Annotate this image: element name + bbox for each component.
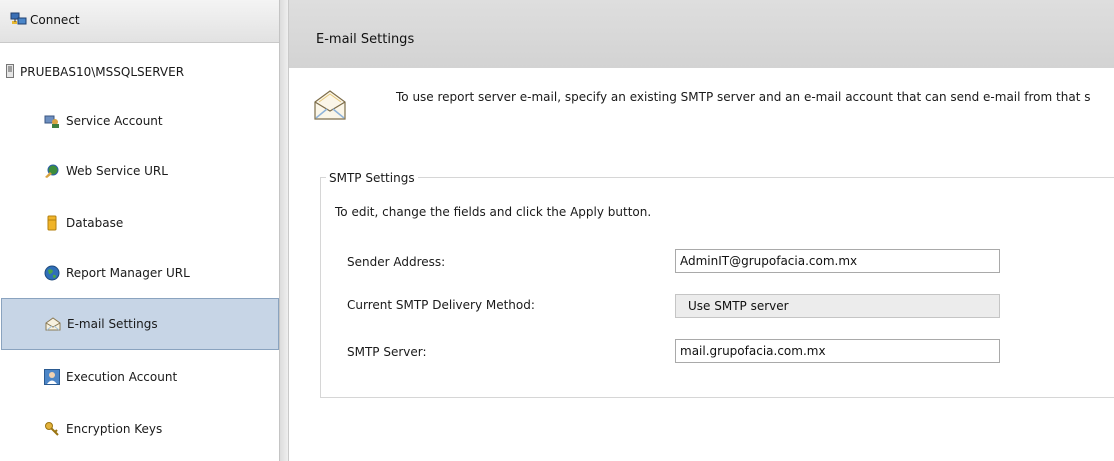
web-service-icon <box>44 163 60 179</box>
smtp-settings-legend: SMTP Settings <box>326 171 418 185</box>
sidebar-item-web-service-url[interactable]: Web Service URL <box>0 146 277 196</box>
delivery-method-field: Use SMTP server <box>675 294 1000 318</box>
envelope-icon <box>45 316 61 332</box>
sidebar-item-label: Encryption Keys <box>66 422 163 436</box>
connect-label: Connect <box>30 13 80 27</box>
instructions-text: To edit, change the fields and click the… <box>335 205 652 219</box>
server-name: PRUEBAS10\MSSQLSERVER <box>20 65 185 79</box>
sidebar-item-database[interactable]: Database <box>0 198 277 248</box>
page-title: E-mail Settings <box>316 32 415 47</box>
sidebar-item-report-manager-url[interactable]: Report Manager URL <box>0 248 277 298</box>
envelope-icon <box>313 88 347 125</box>
user-account-icon <box>44 369 60 385</box>
sidebar-item-service-account[interactable]: Service Account <box>0 96 277 146</box>
smtp-server-label: SMTP Server: <box>347 345 427 359</box>
key-icon <box>44 421 60 437</box>
sidebar-item-label: E-mail Settings <box>67 317 158 331</box>
sender-address-field[interactable] <box>675 249 1000 273</box>
sidebar-item-label: Database <box>66 216 124 230</box>
sidebar-item-label: Web Service URL <box>66 164 168 178</box>
connect-icon <box>10 12 27 30</box>
smtp-server-field[interactable] <box>675 339 1000 363</box>
sidebar: Connect PRUEBAS10\MSSQLSERVER Service Ac… <box>0 0 279 461</box>
page-header: E-mail Settings <box>289 0 1114 68</box>
sidebar-item-encryption-keys[interactable]: Encryption Keys <box>0 404 277 454</box>
connect-button[interactable]: Connect <box>0 0 279 43</box>
sidebar-item-label: Report Manager URL <box>66 266 190 280</box>
intro-text: To use report server e-mail, specify an … <box>396 90 1091 104</box>
main-panel: E-mail Settings To use report server e-m… <box>289 0 1114 461</box>
sidebar-item-email-settings[interactable]: E-mail Settings <box>1 298 279 350</box>
server-node[interactable]: PRUEBAS10\MSSQLSERVER <box>6 62 184 82</box>
service-account-icon <box>44 113 60 129</box>
sidebar-item-label: Service Account <box>66 114 163 128</box>
delivery-method-label: Current SMTP Delivery Method: <box>347 298 535 312</box>
sidebar-item-label: Execution Account <box>66 370 178 384</box>
sender-address-label: Sender Address: <box>347 255 446 269</box>
server-icon <box>6 63 14 81</box>
sidebar-item-execution-account[interactable]: Execution Account <box>0 352 277 402</box>
globe-icon <box>44 265 60 281</box>
panel-splitter[interactable] <box>279 0 289 461</box>
database-icon <box>44 215 60 231</box>
